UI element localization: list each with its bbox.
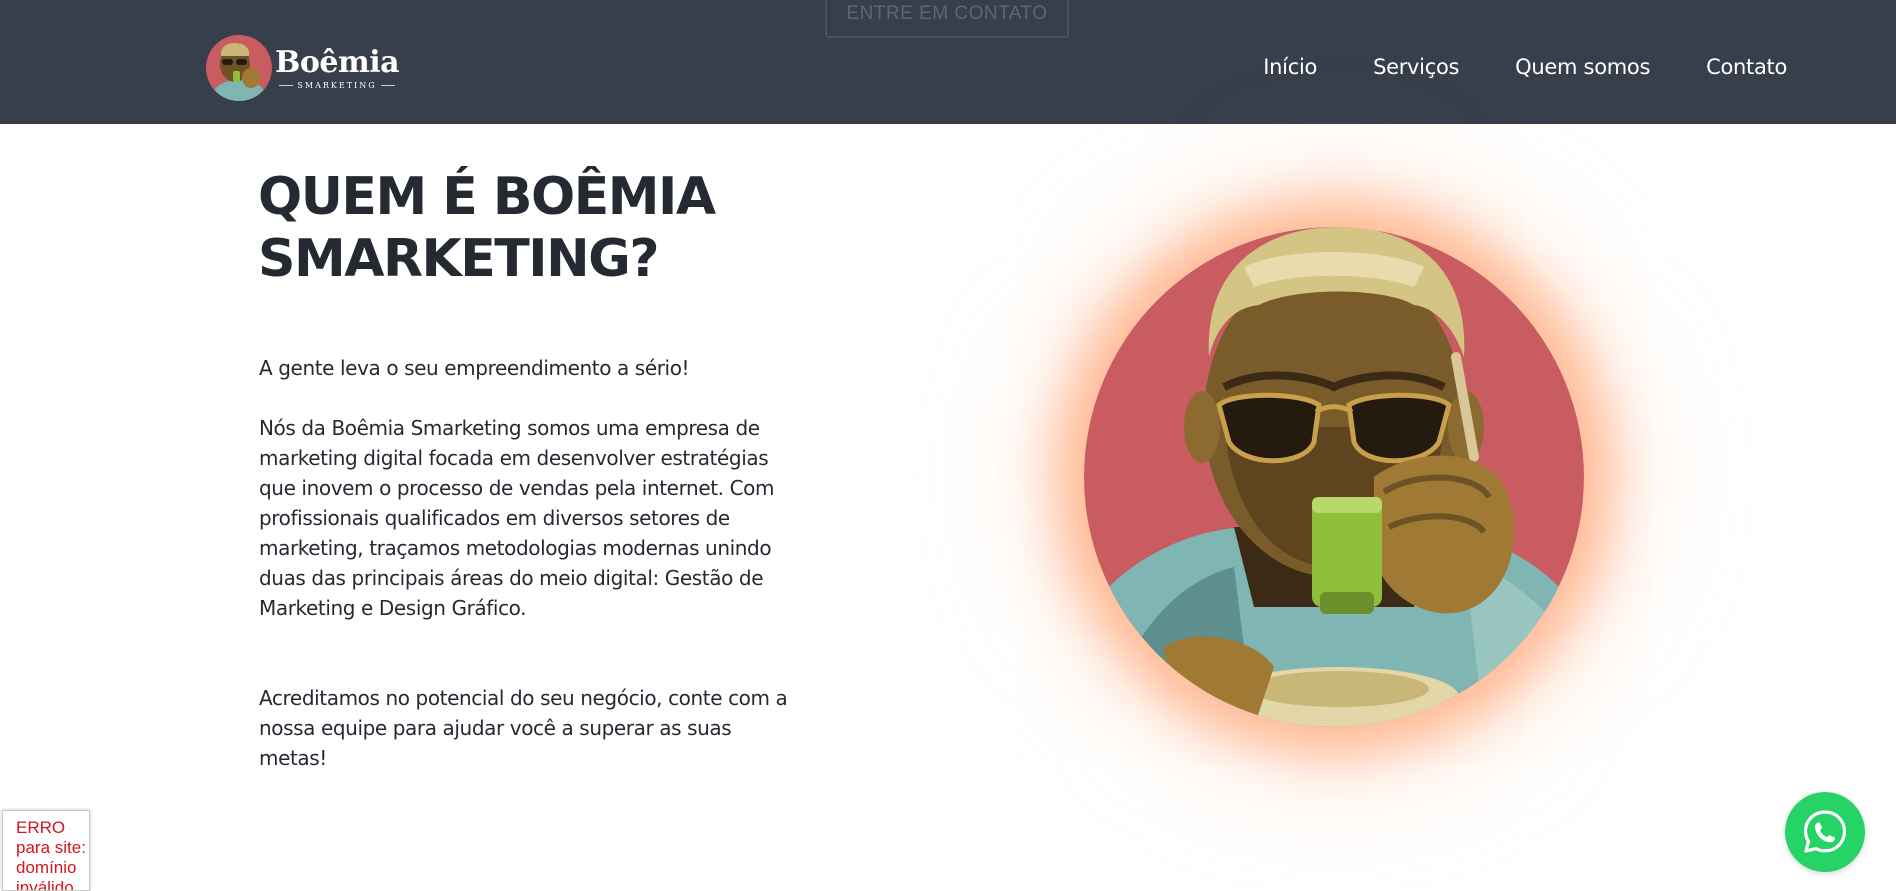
- about-paragraph-2: Nós da Boêmia Smarketing somos uma empre…: [259, 416, 775, 620]
- boemia-logo-icon: [206, 35, 272, 101]
- whatsapp-icon: [1803, 810, 1847, 853]
- contact-cta-button[interactable]: ENTRE EM CONTATO: [825, 0, 1069, 38]
- logo-tagline: SMARKETING: [297, 81, 377, 90]
- site-header: ENTRE EM CONTATO Boêmia SMARKETING Iníci…: [0, 0, 1896, 124]
- domain-error-widget: ERRO para site: domínio inválido do site: [2, 810, 90, 891]
- about-title-line1: QUEM É BOÊMIA: [258, 167, 716, 227]
- about-image: [1084, 227, 1584, 727]
- main-nav: Início Serviços Quem somos Contato: [1263, 52, 1787, 82]
- about-title-line2: SMARKETING?: [258, 229, 659, 289]
- about-paragraph-1: A gente leva o seu empreendimento a séri…: [259, 356, 690, 380]
- whatsapp-button[interactable]: [1785, 792, 1865, 872]
- logo-wordmark: Boêmia: [275, 45, 400, 80]
- nav-item-inicio[interactable]: Início: [1263, 52, 1317, 82]
- page: { "header": { "ghost_cta_label": "ENTRE …: [0, 0, 1896, 891]
- man-drinking-coffee-illustration: [1084, 227, 1584, 727]
- site-logo[interactable]: Boêmia SMARKETING: [205, 33, 400, 103]
- nav-item-servicos[interactable]: Serviços: [1373, 52, 1459, 82]
- about-title: QUEM É BOÊMIA SMARKETING?: [258, 166, 778, 290]
- about-paragraph-3: Acreditamos no potencial do seu negócio,…: [259, 686, 788, 770]
- nav-item-contato[interactable]: Contato: [1706, 52, 1787, 82]
- nav-item-quem-somos[interactable]: Quem somos: [1515, 52, 1650, 82]
